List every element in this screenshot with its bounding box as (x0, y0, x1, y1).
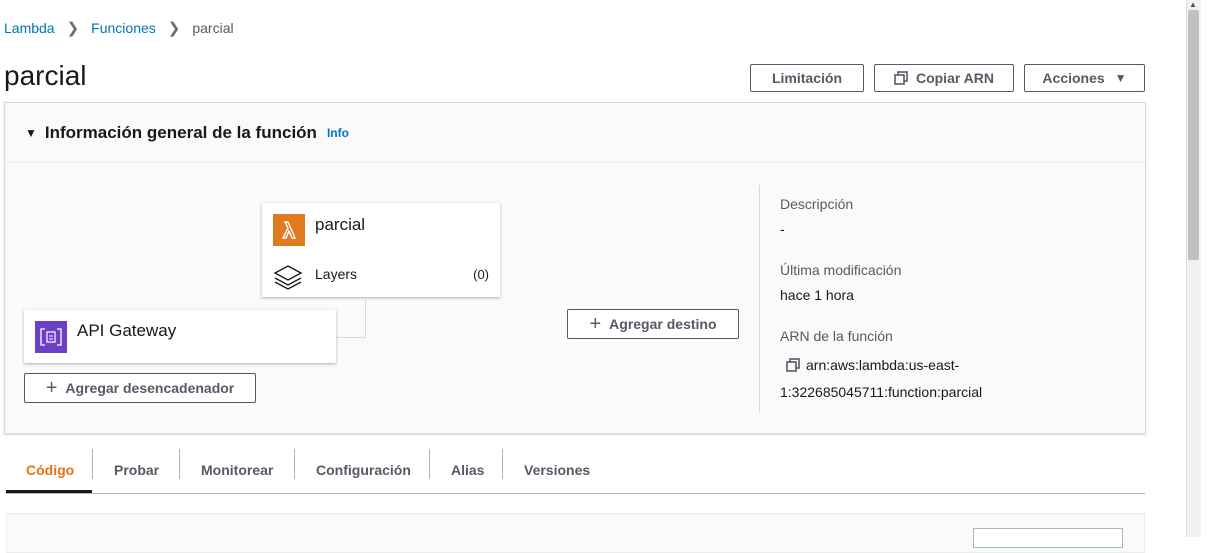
actions-button[interactable]: Acciones ▼ (1024, 64, 1145, 92)
copy-icon (894, 71, 908, 85)
plus-icon: + (589, 313, 602, 335)
panel-title-text: Información general de la función (44, 123, 317, 142)
copy-arn-button[interactable]: Copiar ARN (874, 64, 1014, 92)
arn-text-line1: arn:aws:lambda:us-east- (806, 357, 960, 373)
layers-count: (0) (473, 267, 489, 282)
last-modified-label: Última modificación (780, 262, 902, 278)
panel-title[interactable]: ▼ Información general de la función Info (25, 123, 349, 143)
trigger-card-api-gateway[interactable]: API Gateway (24, 310, 336, 363)
arn-text-line2: 1:322685045711:function:parcial (780, 384, 983, 400)
last-modified-value: hace 1 hora (780, 287, 854, 303)
lambda-icon (273, 214, 305, 246)
connector-line (337, 297, 366, 338)
panel-header: ▼ Información general de la función Info (5, 103, 1145, 163)
tab-divider (179, 449, 180, 479)
layers-icon (273, 263, 303, 291)
info-link[interactable]: Info (327, 126, 349, 140)
plus-icon: + (45, 377, 58, 399)
chevron-right-icon: ❯ (66, 20, 80, 37)
actions-label: Acciones (1042, 70, 1105, 86)
function-name: parcial (315, 215, 366, 234)
scrollbar-thumb[interactable] (1188, 10, 1199, 260)
add-trigger-label: Agregar desencadenador (65, 380, 235, 396)
function-overview-panel: ▼ Información general de la función Info… (4, 102, 1146, 434)
description-label: Descripción (780, 196, 854, 212)
tab-probar[interactable]: Probar (114, 447, 159, 493)
tab-alias[interactable]: Alias (451, 447, 484, 493)
breadcrumb-link-lambda[interactable]: Lambda (4, 20, 55, 36)
chevron-right-icon: ❯ (167, 20, 181, 37)
layers-label[interactable]: Layers (315, 266, 357, 282)
scroll-up-arrow-icon[interactable]: ▲ (1189, 0, 1197, 9)
page-title: parcial (4, 60, 87, 91)
arn-label: ARN de la función (780, 328, 893, 344)
caret-down-icon: ▼ (1114, 71, 1127, 85)
function-card[interactable]: parcial Layers (0) (262, 203, 500, 297)
trigger-name: API Gateway (77, 321, 177, 340)
add-trigger-button[interactable]: + Agregar desencadenador (24, 373, 256, 403)
collapse-triangle-icon[interactable]: ▼ (25, 126, 37, 140)
description-value: - (780, 221, 785, 237)
copy-arn-icon[interactable] (786, 358, 800, 372)
breadcrumb: Lambda ❯ Funciones ❯ parcial (4, 19, 234, 37)
arn-value-line1: arn:aws:lambda:us-east- (786, 357, 959, 373)
tab-codigo[interactable]: Código (26, 447, 74, 493)
copy-arn-label: Copiar ARN (915, 70, 995, 86)
tab-divider (294, 449, 295, 479)
tab-active-indicator (6, 490, 92, 493)
function-tabs: Código Probar Monitorear Configuración A… (6, 447, 1145, 494)
add-destination-label: Agregar destino (609, 316, 717, 332)
code-section-search-input[interactable] (973, 528, 1123, 548)
tab-divider (502, 449, 503, 479)
tab-divider (92, 449, 93, 479)
details-divider (759, 185, 760, 413)
breadcrumb-current: parcial (192, 20, 234, 36)
tab-divider (429, 449, 430, 479)
limit-button-label: Limitación (771, 70, 842, 86)
api-gateway-icon (35, 321, 67, 353)
tab-monitorear[interactable]: Monitorear (201, 447, 273, 493)
tab-versiones[interactable]: Versiones (524, 447, 590, 493)
tab-configuracion[interactable]: Configuración (316, 447, 411, 493)
limit-button[interactable]: Limitación (750, 64, 864, 92)
breadcrumb-link-funciones[interactable]: Funciones (91, 20, 156, 36)
add-destination-button[interactable]: + Agregar destino (567, 309, 739, 339)
